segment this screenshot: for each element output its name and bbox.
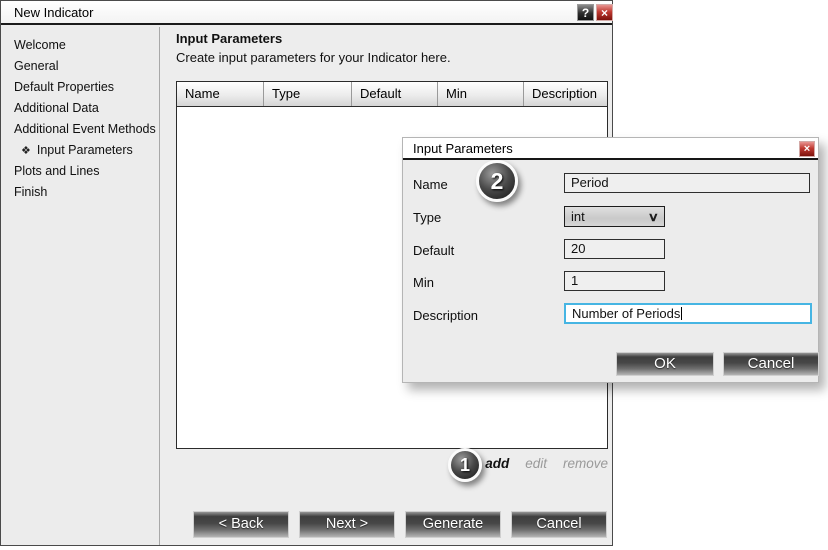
sidebar-item-welcome[interactable]: Welcome: [2, 35, 159, 56]
sidebar-item-additional-event-methods[interactable]: Additional Event Methods: [2, 119, 159, 140]
window-close-button[interactable]: ×: [596, 4, 613, 21]
name-field[interactable]: Period: [564, 173, 810, 193]
list-actions: add edit remove: [176, 456, 608, 471]
wizard-steps-sidebar: Welcome General Default Properties Addit…: [2, 27, 160, 545]
help-button[interactable]: ?: [577, 4, 594, 21]
add-link[interactable]: add: [485, 456, 509, 471]
sidebar-item-additional-data[interactable]: Additional Data: [2, 98, 159, 119]
close-icon: ×: [803, 143, 811, 155]
dialog-cancel-button[interactable]: Cancel: [723, 352, 819, 376]
chevron-down-icon: ∨: [647, 209, 660, 224]
back-button[interactable]: < Back: [193, 511, 289, 538]
question-icon: ?: [581, 6, 590, 20]
callout-badge-2: 2: [476, 160, 518, 202]
sidebar-item-plots-and-lines[interactable]: Plots and Lines: [2, 161, 159, 182]
column-header-type[interactable]: Type: [264, 82, 352, 106]
window-title: New Indicator: [14, 5, 94, 20]
dialog-close-button[interactable]: ×: [799, 141, 815, 157]
ok-button[interactable]: OK: [616, 352, 714, 376]
dialog-titlebar: Input Parameters ×: [403, 138, 818, 160]
edit-link[interactable]: edit: [525, 456, 547, 471]
description-field[interactable]: Number of Periods: [564, 303, 812, 324]
default-label: Default: [413, 243, 455, 258]
sidebar-item-finish[interactable]: Finish: [2, 182, 159, 203]
sidebar-item-label: Input Parameters: [36, 143, 133, 157]
type-select-value: int: [571, 209, 585, 224]
close-icon: ×: [600, 6, 608, 20]
description-label: Description: [413, 308, 479, 323]
description-field-value: Number of Periods: [572, 306, 681, 321]
current-step-icon: ❖: [21, 145, 31, 157]
min-field[interactable]: 1: [564, 271, 665, 291]
dialog-title: Input Parameters: [413, 141, 513, 156]
callout-badge-1: 1: [448, 448, 482, 482]
sidebar-item-default-properties[interactable]: Default Properties: [2, 77, 159, 98]
column-header-description[interactable]: Description: [524, 82, 607, 106]
sidebar-item-input-parameters[interactable]: ❖ Input Parameters: [2, 140, 159, 161]
default-field[interactable]: 20: [564, 239, 665, 259]
window-titlebar: New Indicator ? ×: [1, 1, 613, 25]
column-header-name[interactable]: Name: [177, 82, 264, 106]
parameters-table-header: Name Type Default Min Description: [177, 82, 607, 107]
page-subtitle: Create input parameters for your Indicat…: [176, 50, 451, 65]
text-cursor: [681, 307, 683, 320]
name-label: Name: [413, 177, 448, 192]
cancel-button[interactable]: Cancel: [511, 511, 607, 538]
min-label: Min: [413, 275, 434, 290]
input-parameters-dialog: Input Parameters × Name Period Type int …: [402, 137, 819, 383]
next-button[interactable]: Next >: [299, 511, 395, 538]
page-title: Input Parameters: [176, 31, 283, 46]
type-select[interactable]: int ∨: [564, 206, 665, 227]
remove-link[interactable]: remove: [563, 456, 608, 471]
column-header-min[interactable]: Min: [438, 82, 524, 106]
screenshot-stage: New Indicator ? × Welcome General Defaul…: [0, 0, 828, 550]
column-header-default[interactable]: Default: [352, 82, 438, 106]
generate-button[interactable]: Generate: [405, 511, 501, 538]
sidebar-item-general[interactable]: General: [2, 56, 159, 77]
type-label: Type: [413, 210, 442, 225]
